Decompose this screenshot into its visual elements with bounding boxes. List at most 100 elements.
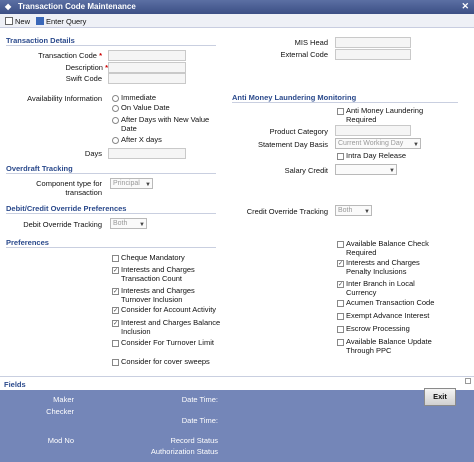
component-type-select[interactable]: Principal ▼ [110,178,153,189]
component-type-label: Component type for transaction [36,179,102,197]
preferences-heading: Preferences [6,238,49,247]
section-divider [232,102,458,103]
product-category-label: Product Category [269,127,328,136]
preference-right-checkbox-6[interactable] [337,339,344,346]
availability-after-x-days-label: After X days [121,135,162,144]
intra-day-release-label: Intra Day Release [346,151,407,160]
debit-credit-heading: Debit/Credit Override Preferences [6,204,127,213]
intra-day-release-checkbox[interactable] [337,153,344,160]
preference-right-checkbox-0[interactable] [337,241,344,248]
required-marker: * [99,51,102,60]
mod-no-label: Mod No [47,436,74,445]
preference-left-label-3: Consider for Account Activity [121,305,217,314]
checker-label: Checker [46,407,74,416]
preference-right-label-4: Exempt Advance Interest [346,311,430,320]
swift-code-label: Swift Code [65,74,102,83]
section-divider [6,173,216,174]
enter-query-button[interactable]: Enter Query [36,16,86,26]
availability-after-x-days-radio[interactable] [112,137,119,144]
chevron-down-icon: ▼ [389,168,395,174]
credit-override-tracking-select[interactable]: Both ▼ [335,205,372,216]
availability-after-days-new-value-radio[interactable] [112,117,119,124]
preference-right-checkbox-2[interactable]: ✓ [337,281,344,288]
transaction-code-field[interactable] [108,50,186,61]
description-field[interactable] [108,62,186,73]
chevron-down-icon: ▼ [413,142,419,148]
preference-left-label-0: Cheque Mandatory [121,253,185,262]
availability-immediate-label: Immediate [121,93,157,102]
aml-heading: Anti Money Laundering Monitoring [232,93,357,102]
preference-left-checkbox-1[interactable]: ✓ [112,267,119,274]
preference-left-checkbox-5[interactable] [112,340,119,347]
new-button[interactable]: New [5,16,30,26]
checker-date-time-label: Date Time: [181,416,218,425]
overdraft-tracking-heading: Overdraft Tracking [6,164,73,173]
external-code-label: External Code [280,50,328,59]
preference-left-checkbox-0[interactable] [112,255,119,262]
mis-head-field[interactable] [335,37,411,48]
section-divider [6,45,216,46]
salary-credit-label: Salary Credit [284,166,328,175]
availability-on-value-date-label: On Value Date [121,103,170,112]
preference-right-label-1: Interests and Charges Penalty Inclusions [346,258,420,276]
enter-query-label: Enter Query [46,16,87,26]
preference-left-label-4: Interest and Charges Balance Inclusion [121,318,221,336]
preference-right-checkbox-5[interactable] [337,326,344,333]
preference-left-checkbox-2[interactable]: ✓ [112,288,119,295]
chevron-down-icon: ▼ [139,222,145,228]
mis-head-label: MIS Head [294,38,328,47]
aml-required-checkbox[interactable] [337,108,344,115]
preference-right-checkbox-1[interactable]: ✓ [337,260,344,267]
query-icon [36,17,44,25]
description-label: Description * [65,63,108,72]
chevron-down-icon: ▼ [364,209,370,215]
preference-right-checkbox-4[interactable] [337,313,344,320]
swift-code-field[interactable] [108,73,186,84]
debit-override-tracking-select[interactable]: Both ▼ [110,218,147,229]
new-document-icon [5,17,13,25]
days-field[interactable] [108,148,186,159]
preference-left-label-5: Consider For Turnover Limit [121,338,214,347]
preference-left-label-6: Consider for cover sweeps [121,357,210,366]
preference-right-label-6: Available Balance Update Through PPC [346,337,432,355]
availability-after-days-new-value-label: After Days with New Value Date [121,115,210,133]
preference-right-label-5: Escrow Processing [346,324,410,333]
credit-override-tracking-label: Credit Override Tracking [246,207,328,216]
window-diamond-icon: ◆ [5,2,12,11]
debit-override-tracking-label: Debit Override Tracking [23,220,102,229]
transaction-code-label: Transaction Code * [38,51,102,60]
statement-day-basis-select[interactable]: Current Working Day ▼ [335,138,421,149]
availability-information-label: Availability Information [27,94,102,103]
fields-label: Fields [4,380,26,389]
close-icon[interactable]: ✕ [461,1,469,12]
record-status-label: Record Status [170,436,218,445]
fields-bar[interactable]: Fields [0,376,474,390]
availability-immediate-radio[interactable] [112,95,119,102]
section-divider [6,213,216,214]
transaction-details-heading: Transaction Details [6,36,75,45]
expand-icon[interactable] [465,378,471,384]
days-label: Days [84,149,102,158]
maker-label: Maker [53,395,74,404]
preference-left-label-2: Interests and Charges Turnover Inclusion [121,286,195,304]
availability-on-value-date-radio[interactable] [112,105,119,112]
preference-left-checkbox-3[interactable]: ✓ [112,307,119,314]
preference-right-label-2: Inter Branch in Local Currency [346,279,415,297]
product-category-field[interactable] [335,125,411,136]
statement-day-basis-label: Statement Day Basis [257,140,328,149]
section-divider [6,247,216,248]
preference-right-label-3: Acumen Transaction Code [346,298,435,307]
window-title: Transaction Code Maintenance [18,2,136,11]
preference-left-label-1: Interests and Charges Transaction Count [121,265,195,283]
authorization-status-label: Authorization Status [150,447,218,456]
preference-right-checkbox-3[interactable] [337,300,344,307]
preference-left-checkbox-6[interactable] [112,359,119,366]
toolbar: New Enter Query [0,14,474,28]
salary-credit-select[interactable]: ▼ [335,164,397,175]
exit-button[interactable]: Exit [424,388,456,406]
preference-left-checkbox-4[interactable]: ✓ [112,320,119,327]
new-button-label: New [15,16,31,26]
maker-date-time-label: Date Time: [181,395,218,404]
external-code-field[interactable] [335,49,411,60]
preference-right-label-0: Available Balance Check Required [346,239,429,257]
